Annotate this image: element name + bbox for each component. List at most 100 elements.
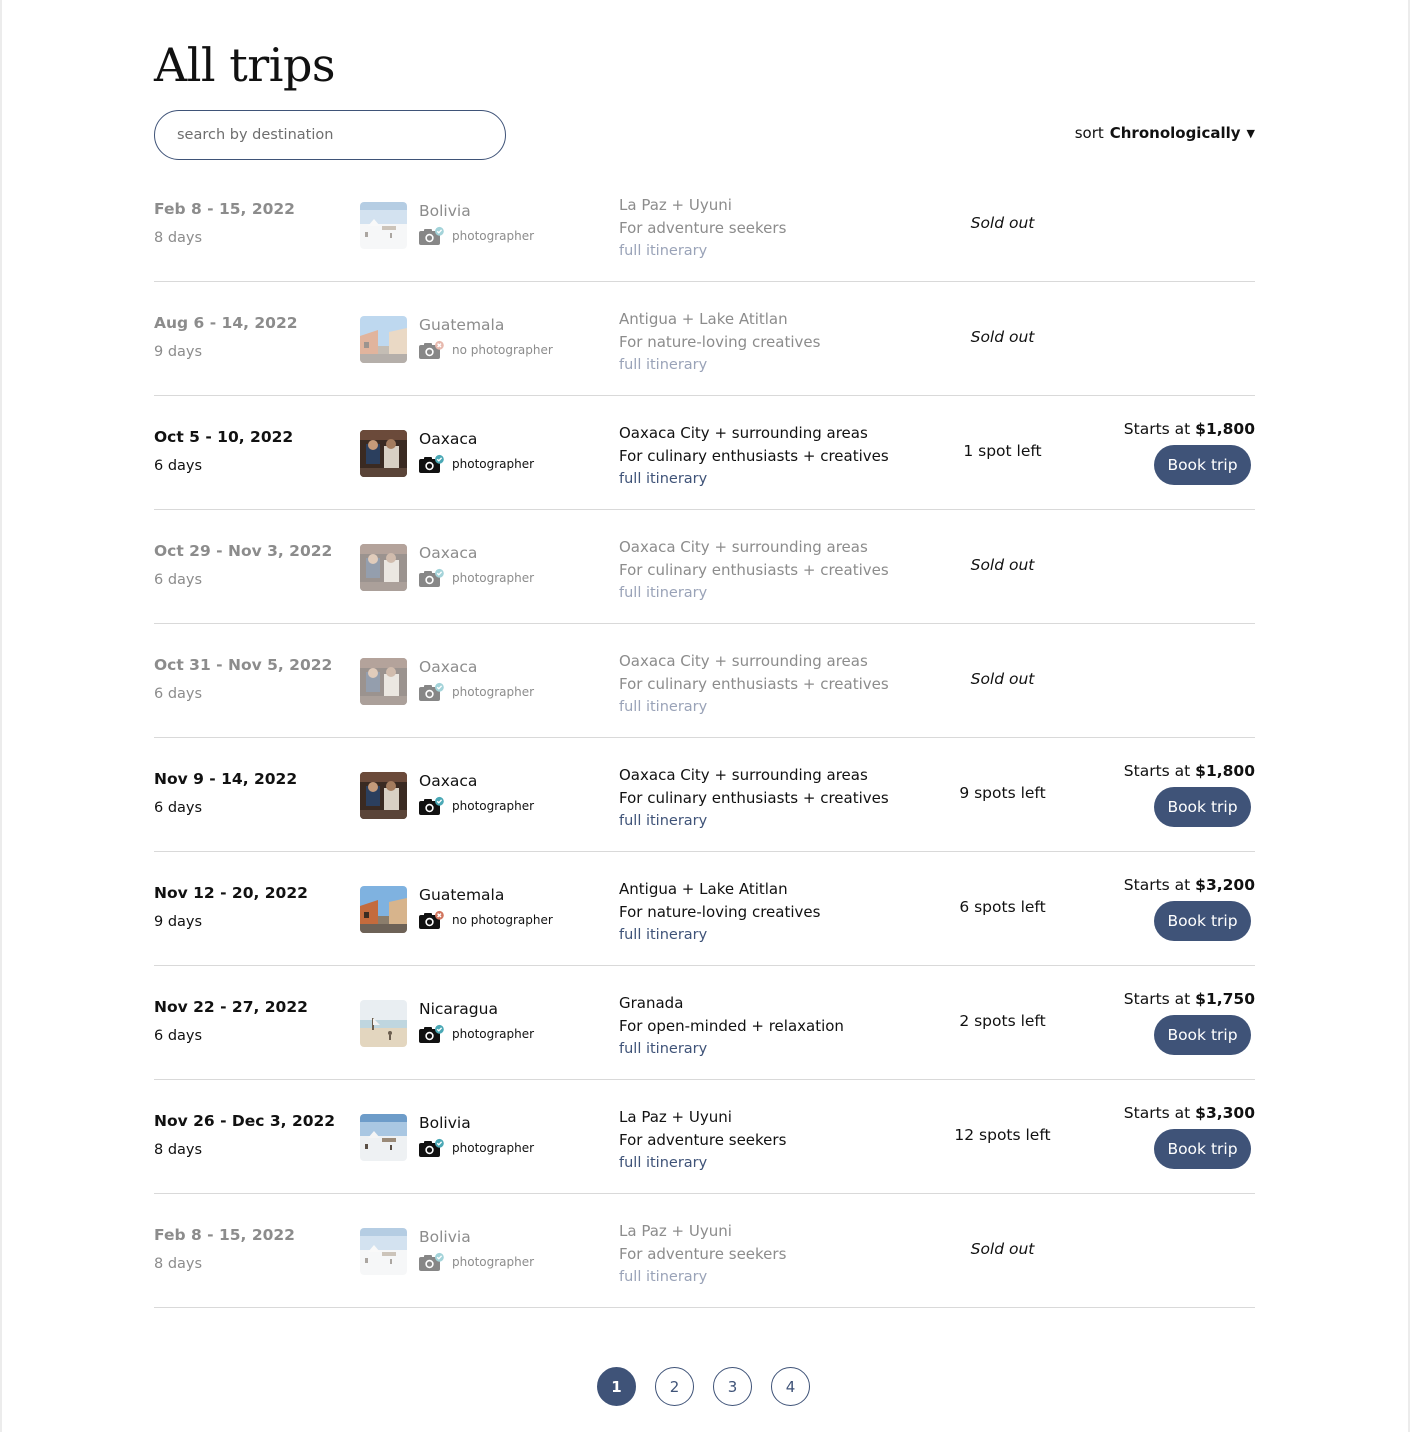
guatemala-street-photo[interactable] <box>360 886 407 933</box>
book-trip-button[interactable]: Book trip <box>1154 787 1251 827</box>
trip-audience: For adventure seekers <box>619 219 787 237</box>
trip-places: La Paz + Uyuni <box>619 1108 732 1126</box>
bolivia-salt-flat-photo[interactable] <box>360 1114 407 1161</box>
trip-dates-col: Feb 8 - 15, 2022 8 days <box>154 1226 295 1272</box>
oaxaca-travelers-photo[interactable] <box>360 658 407 705</box>
trip-audience: For culinary enthusiasts + creatives <box>619 675 889 693</box>
trip-list: Feb 8 - 15, 2022 8 days Bolivia photographe… <box>154 168 1255 1308</box>
book-trip-button[interactable]: Book trip <box>1154 901 1251 941</box>
search-box[interactable] <box>154 110 506 160</box>
camera-x-icon <box>419 910 444 930</box>
audience-wrap: For nature-loving creatives <box>619 901 820 924</box>
sort-dropdown[interactable]: sort Chronologically ▼ <box>1075 124 1255 142</box>
page-1-button[interactable]: 1 <box>597 1367 636 1406</box>
full-itinerary-link[interactable]: full itinerary <box>619 469 707 490</box>
audience-wrap: For culinary enthusiasts + creatives <box>619 559 889 582</box>
search-input[interactable] <box>177 127 477 143</box>
trip-duration: 6 days <box>154 1028 203 1044</box>
trip-price-col: Starts at $3,200 Book trip <box>1115 876 1255 941</box>
price-line: Starts at $1,750 <box>1115 990 1255 1008</box>
price-line: Starts at $1,800 <box>1115 762 1255 780</box>
oaxaca-travelers-photo[interactable] <box>360 544 407 591</box>
bolivia-salt-flat-photo[interactable] <box>360 202 407 249</box>
trip-info-col: Oaxaca City + surrounding areas For culin… <box>619 764 889 832</box>
trip-dates-col: Aug 6 - 14, 2022 9 days <box>154 314 298 360</box>
full-itinerary-link[interactable]: full itinerary <box>619 811 707 832</box>
trip-places: Oaxaca City + surrounding areas <box>619 652 868 670</box>
book-trip-button[interactable]: Book trip <box>1154 1129 1251 1169</box>
trip-info-col: La Paz + Uyuni For adventure seekers full … <box>619 194 786 262</box>
trip-row: Nov 22 - 27, 2022 6 days Nicaragua photogra… <box>154 966 1255 1080</box>
photographer-label: photographer <box>452 1027 535 1041</box>
trip-dates-col: Nov 12 - 20, 2022 9 days <box>154 884 308 930</box>
trip-audience: For adventure seekers <box>619 1245 787 1263</box>
trip-price-col: Starts at $3,300 Book trip <box>1115 1104 1255 1169</box>
trip-duration: 9 days <box>154 914 203 930</box>
trip-duration: 6 days <box>154 572 203 588</box>
photographer-label: photographer <box>452 685 535 699</box>
trip-duration: 6 days <box>154 800 203 816</box>
page-4-button[interactable]: 4 <box>771 1367 810 1406</box>
book-trip-button[interactable]: Book trip <box>1154 445 1251 485</box>
trip-info-col: Oaxaca City + surrounding areas For culin… <box>619 422 889 490</box>
photographer-indicator: photographer <box>419 454 534 474</box>
full-itinerary-link[interactable]: full itinerary <box>619 1267 707 1288</box>
page-3-button[interactable]: 3 <box>713 1367 752 1406</box>
trip-destination-col: Guatemala no photographer <box>419 316 553 360</box>
photographer-indicator: photographer <box>419 1024 534 1044</box>
trip-places: Oaxaca City + surrounding areas <box>619 766 868 784</box>
photographer-label: photographer <box>452 571 535 585</box>
destination-name: Oaxaca <box>419 544 478 562</box>
trip-row: Oct 29 - Nov 3, 2022 6 days Oaxaca photogra… <box>154 510 1255 624</box>
trip-price-col: Starts at $1,800 Book trip <box>1115 420 1255 485</box>
audience-wrap: For culinary enthusiasts + creatives <box>619 787 889 810</box>
trip-places: Oaxaca City + surrounding areas <box>619 538 868 556</box>
trip-dates: Oct 31 - Nov 5, 2022 <box>154 656 333 674</box>
book-trip-button[interactable]: Book trip <box>1154 1015 1251 1055</box>
trip-price-col: Starts at $1,800 Book trip <box>1115 762 1255 827</box>
trip-dates: Nov 12 - 20, 2022 <box>154 884 308 902</box>
full-itinerary-link[interactable]: full itinerary <box>619 1153 707 1174</box>
trip-audience: For culinary enthusiasts + creatives <box>619 789 889 807</box>
camera-check-icon <box>419 1138 444 1158</box>
full-itinerary-link[interactable]: full itinerary <box>619 697 707 718</box>
nicaragua-beach-photo[interactable] <box>360 1000 407 1047</box>
availability-status: 12 spots left <box>954 1126 1051 1144</box>
trip-info-col: La Paz + Uyuni For adventure seekers full … <box>619 1106 786 1174</box>
photographer-indicator: photographer <box>419 1138 534 1158</box>
page-2-button[interactable]: 2 <box>655 1367 694 1406</box>
photographer-label: no photographer <box>452 343 553 357</box>
camera-check-icon <box>419 568 444 588</box>
full-itinerary-link[interactable]: full itinerary <box>619 355 707 376</box>
photographer-indicator: photographer <box>419 682 534 702</box>
trip-duration: 6 days <box>154 686 203 702</box>
price-prefix: Starts at <box>1123 762 1191 780</box>
trip-dates: Aug 6 - 14, 2022 <box>154 314 298 332</box>
camera-check-icon <box>419 682 444 702</box>
page-edge-left <box>0 0 2 1432</box>
camera-check-icon <box>419 226 444 246</box>
photographer-indicator: photographer <box>419 226 534 246</box>
camera-check-icon <box>419 1252 444 1272</box>
destination-name: Oaxaca <box>419 772 478 790</box>
trip-dates-col: Feb 8 - 15, 2022 8 days <box>154 200 295 246</box>
destination-name: Oaxaca <box>419 658 478 676</box>
trip-row: Feb 8 - 15, 2022 8 days Bolivia photographe… <box>154 168 1255 282</box>
trip-places: Oaxaca City + surrounding areas <box>619 424 868 442</box>
oaxaca-travelers-photo[interactable] <box>360 430 407 477</box>
trip-places: La Paz + Uyuni <box>619 1222 732 1240</box>
full-itinerary-link[interactable]: full itinerary <box>619 925 707 946</box>
trip-destination-col: Bolivia photographer <box>419 1114 534 1158</box>
audience-wrap: For culinary enthusiasts + creatives <box>619 445 889 468</box>
full-itinerary-link[interactable]: full itinerary <box>619 583 707 604</box>
oaxaca-travelers-photo[interactable] <box>360 772 407 819</box>
destination-name: Guatemala <box>419 316 505 334</box>
trip-dates: Nov 9 - 14, 2022 <box>154 770 298 788</box>
trip-price-col: Starts at $1,750 Book trip <box>1115 990 1255 1055</box>
trip-info-col: Oaxaca City + surrounding areas For culin… <box>619 536 889 604</box>
sort-prefix: sort <box>1074 124 1104 142</box>
full-itinerary-link[interactable]: full itinerary <box>619 1039 707 1060</box>
bolivia-salt-flat-photo[interactable] <box>360 1228 407 1275</box>
full-itinerary-link[interactable]: full itinerary <box>619 241 707 262</box>
guatemala-street-photo[interactable] <box>360 316 407 363</box>
